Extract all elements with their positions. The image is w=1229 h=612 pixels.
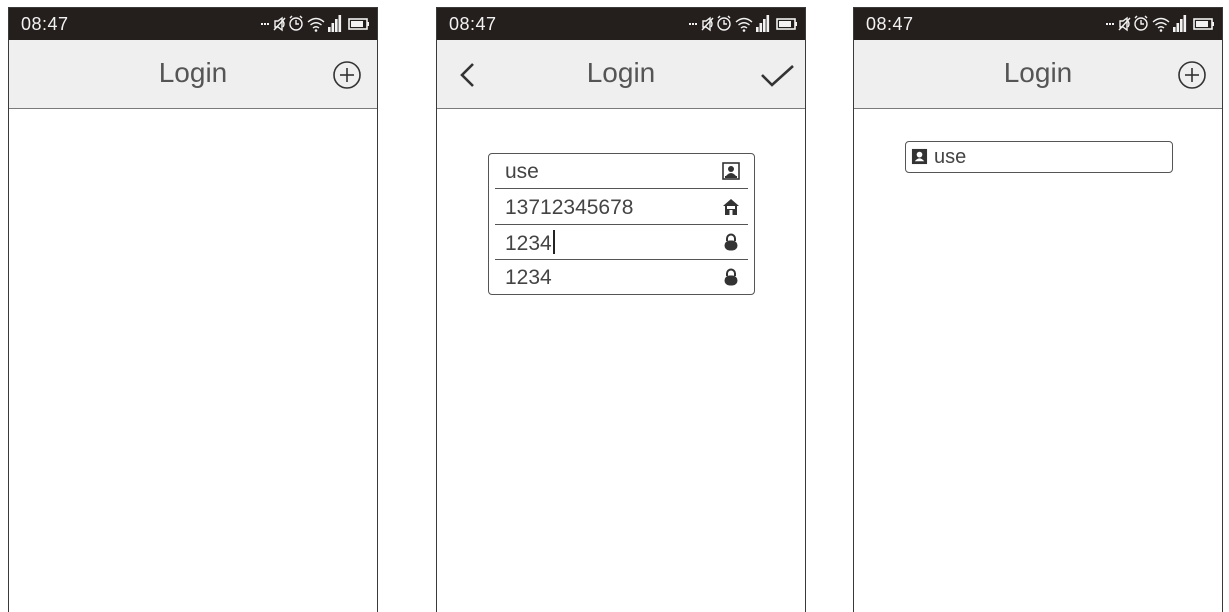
username-input[interactable]: use bbox=[905, 141, 1173, 173]
status-icons bbox=[689, 14, 799, 33]
confirm-button[interactable] bbox=[757, 59, 797, 91]
add-button[interactable] bbox=[331, 59, 363, 91]
checkmark-icon bbox=[761, 65, 794, 87]
status-time: 08:47 bbox=[449, 14, 497, 34]
status-icons-icon bbox=[261, 14, 370, 33]
nav-bar: Login bbox=[437, 40, 805, 109]
status-icons-icon bbox=[1106, 14, 1215, 33]
phone-screen-3: 08:47 Login use bbox=[853, 7, 1223, 612]
text-caret bbox=[552, 230, 555, 254]
confirm-password-field[interactable]: 1234 bbox=[495, 260, 748, 295]
phone-field[interactable]: 13712345678 bbox=[495, 190, 748, 225]
username-value: use bbox=[505, 160, 539, 183]
page-title: Login bbox=[1003, 57, 1073, 88]
confirm-password-value: 1234 bbox=[505, 266, 552, 289]
status-icons-icon bbox=[689, 14, 798, 33]
password-field[interactable]: 1234 bbox=[495, 225, 748, 260]
status-icons bbox=[261, 14, 371, 33]
contact-card-icon bbox=[911, 148, 928, 165]
status-icons bbox=[1106, 14, 1216, 33]
page-title: Login bbox=[158, 57, 228, 88]
phone-screen-1: 08:47 Login bbox=[8, 7, 378, 612]
contact-card-icon bbox=[722, 162, 740, 180]
status-time: 08:47 bbox=[866, 14, 914, 34]
phone-screen-2: 08:47 Login use 13712345678 1234 1234 bbox=[436, 7, 806, 612]
nav-bar: Login bbox=[854, 40, 1222, 109]
status-bar: 08:47 bbox=[9, 8, 377, 40]
add-button[interactable] bbox=[1176, 59, 1208, 91]
status-bar: 08:47 bbox=[437, 8, 805, 40]
login-form: use 13712345678 1234 1234 bbox=[488, 153, 755, 295]
username-field[interactable]: use bbox=[495, 154, 748, 189]
nav-bar: Login bbox=[9, 40, 377, 109]
add-circle-icon bbox=[1178, 61, 1206, 89]
password-value: 1234 bbox=[505, 230, 555, 256]
status-bar: 08:47 bbox=[854, 8, 1222, 40]
phone-value: 13712345678 bbox=[505, 196, 634, 219]
lock-icon bbox=[724, 268, 738, 286]
lock-icon bbox=[724, 233, 738, 251]
add-circle-icon bbox=[333, 61, 361, 89]
page-title: Login bbox=[586, 57, 656, 88]
house-icon bbox=[723, 199, 739, 215]
status-time: 08:47 bbox=[21, 14, 69, 34]
username-value: use bbox=[934, 146, 967, 168]
